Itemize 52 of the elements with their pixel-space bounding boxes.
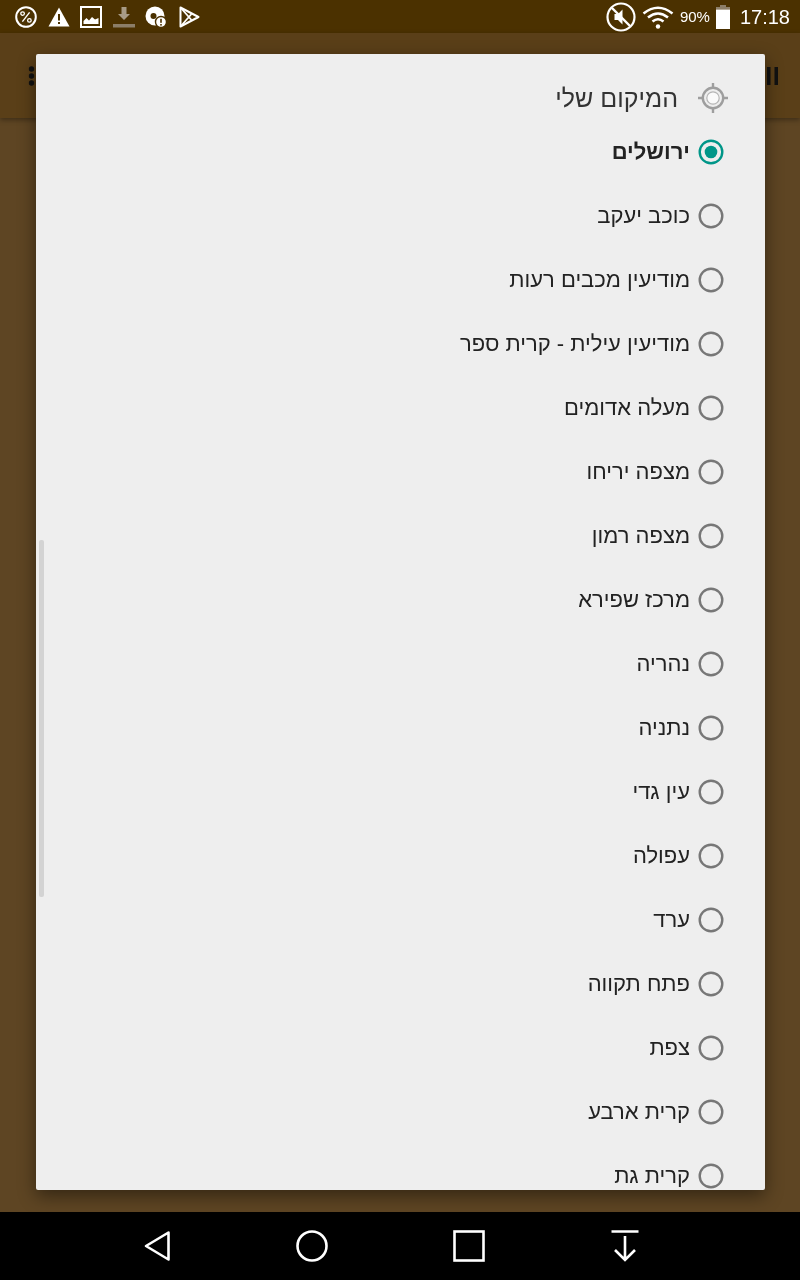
- option-label[interactable]: קרית גת: [614, 1163, 690, 1189]
- radio-button[interactable]: [698, 651, 724, 677]
- radio-button[interactable]: [698, 779, 724, 805]
- percent-circle-icon: [15, 5, 37, 28]
- radio-button[interactable]: [698, 139, 724, 165]
- radio-button[interactable]: [698, 971, 724, 997]
- warning-icon: [47, 5, 70, 28]
- option-label[interactable]: מודיעין עילית - קרית ספר: [460, 331, 690, 357]
- radio-button[interactable]: [698, 1035, 724, 1061]
- radio-button[interactable]: [698, 523, 724, 549]
- radio-button[interactable]: [698, 1099, 724, 1125]
- dialog-title: המיקום שלי: [555, 83, 678, 113]
- option-label[interactable]: מצפה רמון: [591, 523, 690, 549]
- download-icon: [112, 5, 135, 28]
- home-icon[interactable]: [296, 1230, 328, 1262]
- option-label[interactable]: מעלה אדומים: [564, 395, 690, 421]
- radio-button[interactable]: [698, 1163, 724, 1189]
- location-target-icon: [697, 82, 729, 114]
- option-label[interactable]: מרכז שפירא: [578, 587, 690, 613]
- option-label[interactable]: מצפה יריחו: [586, 459, 690, 485]
- radio-button[interactable]: [698, 587, 724, 613]
- menu-dots-icon[interactable]: [28, 65, 35, 86]
- option-label[interactable]: מודיעין מכבים רעות: [509, 267, 690, 293]
- option-label[interactable]: כוכב יעקב: [597, 203, 690, 229]
- radio-button[interactable]: [698, 331, 724, 357]
- radio-button[interactable]: [698, 907, 724, 933]
- image-icon: [80, 5, 102, 28]
- option-label[interactable]: ירושלים: [611, 139, 690, 165]
- radio-button[interactable]: [698, 203, 724, 229]
- clock-time: 17:18: [739, 4, 790, 29]
- recents-icon[interactable]: [453, 1230, 485, 1262]
- battery-icon: [715, 4, 730, 29]
- option-label[interactable]: פתח תקווה: [587, 971, 690, 997]
- radio-button[interactable]: [698, 843, 724, 869]
- option-label[interactable]: נהריה: [636, 651, 690, 677]
- option-label[interactable]: צפת: [649, 1035, 690, 1061]
- back-icon[interactable]: [143, 1230, 171, 1262]
- muted-speaker-icon: [605, 1, 636, 32]
- option-label[interactable]: עין גדי: [632, 779, 690, 805]
- radio-button[interactable]: [698, 459, 724, 485]
- radio-button[interactable]: [698, 267, 724, 293]
- wifi-icon: [641, 4, 674, 29]
- radio-button[interactable]: [698, 395, 724, 421]
- option-label[interactable]: נתניה: [638, 715, 690, 741]
- radio-button[interactable]: [698, 715, 724, 741]
- alert-circle-icon: [145, 5, 167, 28]
- battery-percent: 90%: [679, 7, 710, 26]
- option-label[interactable]: ערד: [653, 907, 690, 933]
- play-outline-icon: [177, 5, 200, 28]
- option-label[interactable]: קרית ארבע: [588, 1099, 690, 1125]
- arrow-down-icon[interactable]: [610, 1230, 640, 1262]
- option-label[interactable]: עפולה: [632, 843, 690, 869]
